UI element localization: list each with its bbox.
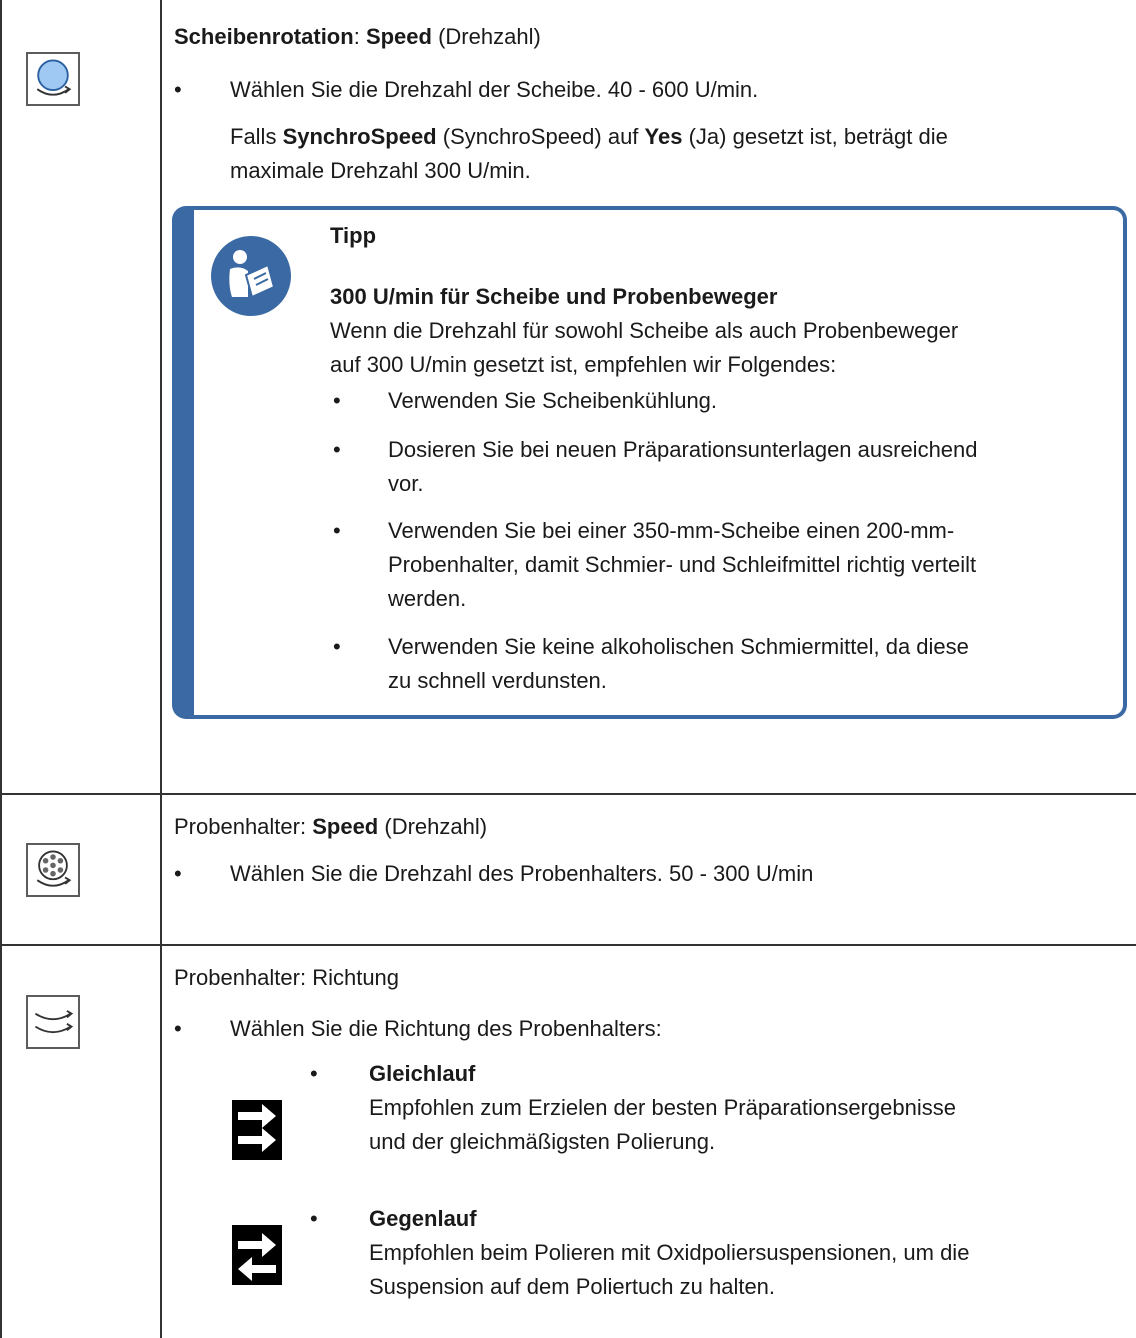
- option1-line1: Empfohlen zum Erzielen der besten Präpar…: [369, 1095, 956, 1120]
- tip-item-2-line1: Dosieren Sie bei neuen Präparationsunter…: [388, 437, 978, 462]
- row3-title: Probenhalter: Richtung: [174, 965, 400, 990]
- tip-intro-line1: Wenn die Drehzahl für sowohl Scheibe als…: [330, 318, 959, 343]
- table-column-divider: [160, 0, 162, 1338]
- table-border-left: [0, 0, 2, 1338]
- tip-item-2-line2: vor.: [388, 471, 424, 496]
- option1-title: Gleichlauf: [369, 1061, 476, 1086]
- tip-item-1: Verwenden Sie Scheibenkühlung.: [388, 388, 718, 413]
- same-direction-arrows-icon: [232, 1100, 282, 1160]
- row1-note-line1: Falls SynchroSpeed (SynchroSpeed) auf Ye…: [230, 120, 948, 154]
- note-synchrospeed: SynchroSpeed: [282, 124, 437, 149]
- row1-title-bold: Scheibenrotation: [174, 24, 354, 49]
- table-row-divider: [0, 944, 1136, 946]
- opposite-direction-arrows-icon: [232, 1225, 282, 1285]
- tip-heading: 300 U/min für Scheibe und Probenbeweger: [330, 284, 778, 309]
- row2-title-rest: (Drehzahl): [384, 814, 488, 839]
- tip-item-3-line1: Verwenden Sie bei einer 350-mm-Scheibe e…: [388, 518, 955, 543]
- row1-title-speed: Speed: [365, 24, 432, 49]
- bullet: •: [174, 1016, 182, 1041]
- specimen-holder-rotation-icon: [26, 843, 80, 897]
- table-row-divider: [0, 793, 1136, 795]
- bullet: •: [310, 1206, 318, 1231]
- note-pre: Falls: [230, 124, 277, 149]
- row1-title-rest: (Drehzahl): [438, 24, 541, 49]
- option2-line2: Suspension auf dem Poliertuch zu halten.: [369, 1274, 776, 1299]
- row2-title-pre: Probenhalter:: [174, 814, 307, 839]
- row3-bullet-text: Wählen Sie die Richtung des Probenhalter…: [230, 1016, 662, 1041]
- bullet: •: [333, 388, 341, 413]
- bullet: •: [174, 861, 182, 886]
- tip-item-3-line3: werden.: [388, 586, 467, 611]
- tip-item-4-line1: Verwenden Sie keine alkoholischen Schmie…: [388, 634, 969, 659]
- disc-rotation-icon: [26, 52, 80, 106]
- row1-note-line2: maximale Drehzahl 300 U/min.: [230, 158, 531, 183]
- option2-line1: Empfohlen beim Polieren mit Oxidpoliersu…: [369, 1240, 970, 1265]
- note-mid2: (Ja) gesetzt ist, beträgt die: [688, 124, 948, 149]
- tip-item-4-line2: zu schnell verdunsten.: [388, 668, 607, 693]
- document-page: Scheibenrotation: Speed (Drehzahl) • Wäh…: [0, 0, 1136, 1338]
- row2-bullet-text: Wählen Sie die Drehzahl des Probenhalter…: [230, 861, 814, 886]
- row1-title: Scheibenrotation: Speed (Drehzahl): [174, 20, 541, 54]
- tip-item-3-line2: Probenhalter, damit Schmier- und Schleif…: [388, 552, 977, 577]
- bullet: •: [333, 518, 341, 543]
- holder-direction-icon: [26, 995, 80, 1049]
- row2-title-speed: Speed: [312, 814, 379, 839]
- note-yes: Yes: [644, 124, 683, 149]
- bullet: •: [310, 1061, 318, 1086]
- bullet: •: [333, 437, 341, 462]
- note-mid1: (SynchroSpeed) auf: [442, 124, 639, 149]
- tip-intro-line2: auf 300 U/min gesetzt ist, empfehlen wir…: [330, 352, 837, 377]
- option2-title: Gegenlauf: [369, 1206, 477, 1231]
- option1-line2: und der gleichmäßigsten Polierung.: [369, 1129, 716, 1154]
- bullet: •: [174, 77, 182, 102]
- row2-title: Probenhalter: Speed (Drehzahl): [174, 810, 487, 844]
- row1-bullet-text: Wählen Sie die Drehzahl der Scheibe. 40 …: [230, 77, 759, 102]
- read-manual-icon: [210, 235, 292, 317]
- bullet: •: [333, 634, 341, 659]
- row1-title-colon: :: [353, 24, 360, 49]
- tip-label: Tipp: [330, 223, 377, 248]
